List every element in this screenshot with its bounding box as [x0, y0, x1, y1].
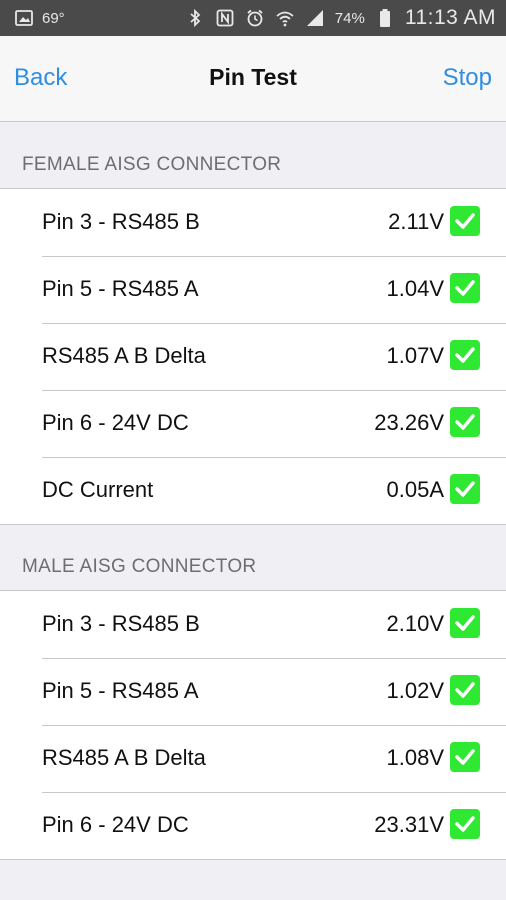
list-item: Pin 5 - RS485 A 1.02V — [0, 658, 506, 725]
list-item: Pin 6 - 24V DC 23.31V — [0, 792, 506, 859]
checkmark-icon — [450, 206, 480, 236]
row-label: Pin 6 - 24V DC — [42, 410, 189, 435]
bluetooth-icon — [185, 8, 205, 28]
list-item: Pin 3 - RS485 B 2.10V — [0, 591, 506, 658]
row-value: 2.10V — [386, 611, 445, 636]
clock-time: 11:13 AM — [404, 6, 496, 29]
status-bar: 69° 74% 11:13 AM — [0, 0, 506, 36]
row-label: RS485 A B Delta — [42, 343, 206, 368]
checkmark-icon — [450, 675, 480, 705]
battery-icon — [375, 8, 395, 28]
page-title: Pin Test — [209, 64, 297, 90]
row-value: 2.11V — [388, 209, 444, 234]
checkmark-icon — [450, 809, 480, 839]
checkmark-icon — [450, 608, 480, 638]
row-label: Pin 5 - RS485 A — [42, 276, 199, 301]
navigation-bar: Back Pin Test Stop — [0, 36, 506, 122]
female-connector-group: Pin 3 - RS485 B 2.11V Pin 5 - RS485 A 1.… — [0, 188, 506, 525]
checkmark-icon — [450, 742, 480, 772]
section-header-label: MALE AISG CONNECTOR — [22, 556, 257, 577]
wifi-icon — [275, 8, 295, 28]
row-label: Pin 3 - RS485 B — [42, 611, 200, 636]
section-header-female: FEMALE AISG CONNECTOR — [0, 122, 506, 188]
list-item: RS485 A B Delta 1.07V — [0, 323, 506, 390]
list-item: Pin 6 - 24V DC 23.26V — [0, 390, 506, 457]
checkmark-icon — [450, 407, 480, 437]
row-value: 1.04V — [386, 276, 445, 301]
row-value: 23.31V — [374, 812, 444, 837]
checkmark-icon — [450, 340, 480, 370]
back-button[interactable]: Back — [14, 64, 67, 92]
row-label: RS485 A B Delta — [42, 745, 206, 770]
row-label: DC Current — [42, 477, 154, 502]
signal-icon — [305, 8, 325, 28]
stop-button[interactable]: Stop — [443, 64, 492, 92]
nfc-icon — [215, 8, 235, 28]
row-value: 1.07V — [386, 343, 445, 368]
list-item: RS485 A B Delta 1.08V — [0, 725, 506, 792]
section-header-male: MALE AISG CONNECTOR — [0, 524, 506, 590]
checkmark-icon — [450, 273, 480, 303]
list-item: DC Current 0.05A — [0, 457, 506, 524]
alarm-icon — [245, 8, 265, 28]
row-value: 23.26V — [374, 410, 444, 435]
checkmark-icon — [450, 474, 480, 504]
row-label: Pin 5 - RS485 A — [42, 678, 199, 703]
row-label: Pin 6 - 24V DC — [42, 812, 189, 837]
section-header-label: FEMALE AISG CONNECTOR — [22, 154, 282, 175]
list-item: Pin 5 - RS485 A 1.04V — [0, 256, 506, 323]
row-value: 0.05A — [386, 477, 445, 502]
row-value: 1.02V — [386, 678, 445, 703]
gallery-icon — [14, 8, 34, 28]
battery-percent: 74% — [334, 9, 365, 27]
temperature-text: 69° — [42, 9, 65, 27]
row-value: 1.08V — [386, 745, 445, 770]
male-connector-group: Pin 3 - RS485 B 2.10V Pin 5 - RS485 A 1.… — [0, 590, 506, 860]
list-item: Pin 3 - RS485 B 2.11V — [0, 189, 506, 256]
row-label: Pin 3 - RS485 B — [42, 209, 200, 234]
